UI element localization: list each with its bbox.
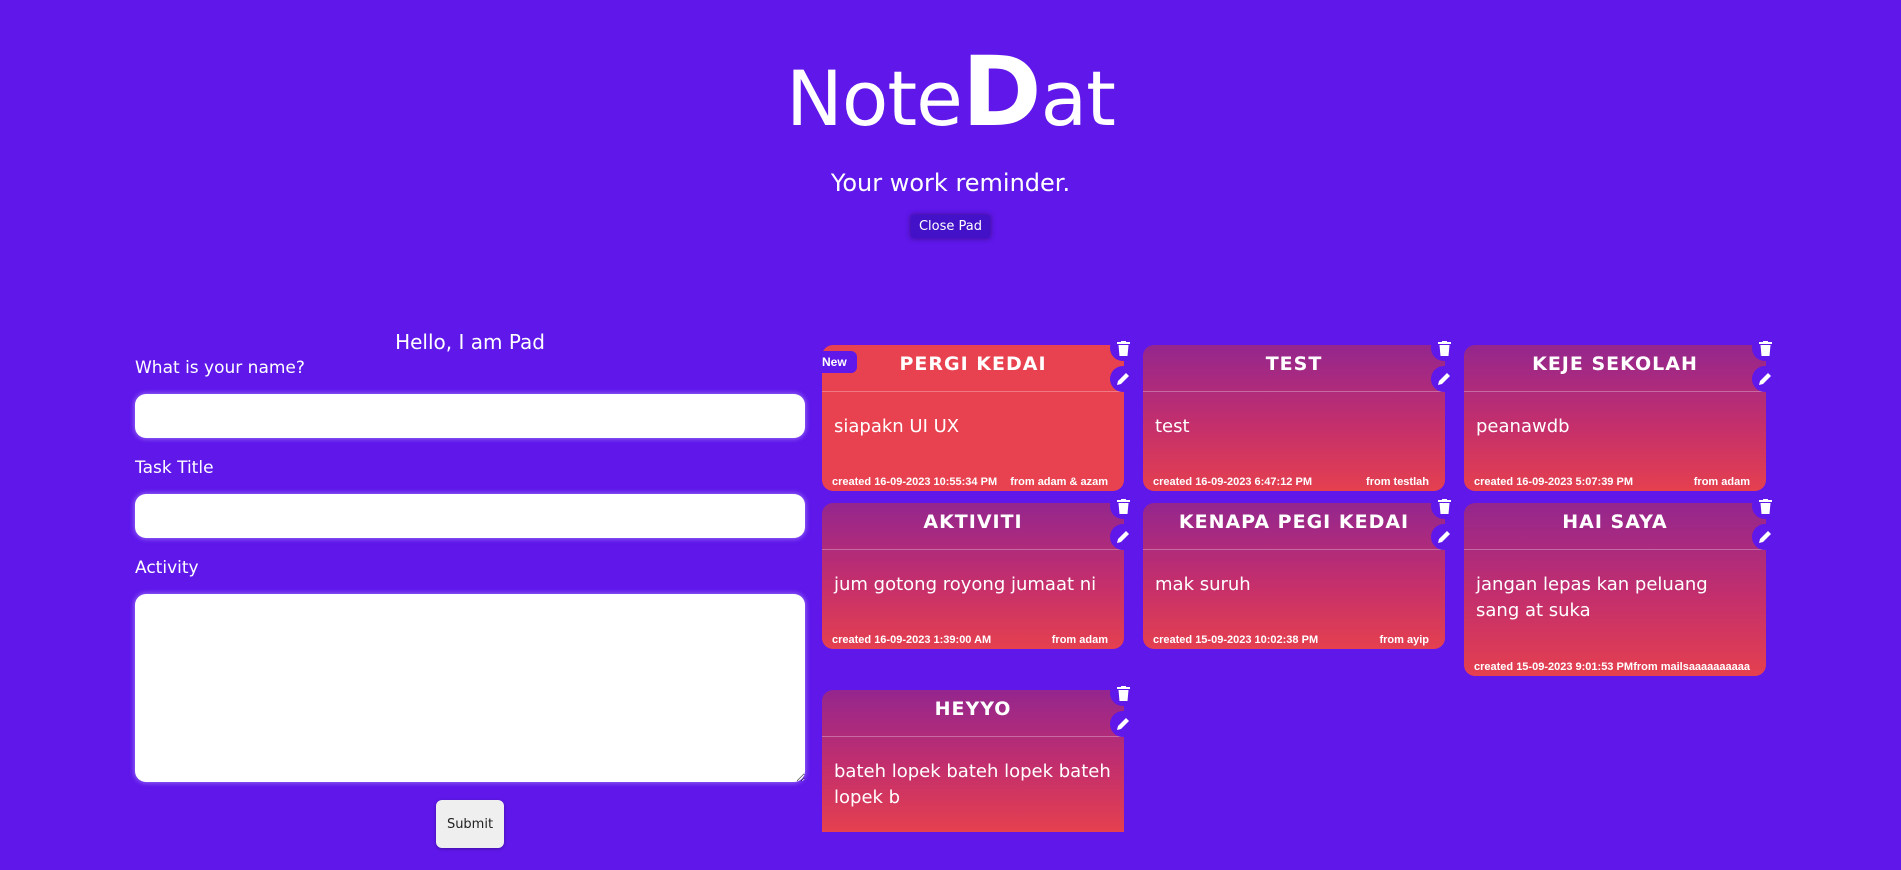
- note-created: created 16-09-2023 1:39:00 AM: [832, 634, 992, 646]
- trash-icon[interactable]: [1431, 335, 1457, 361]
- new-badge: New: [818, 351, 857, 373]
- app-logo: NoteDat: [786, 36, 1116, 148]
- note-author: from adam: [1693, 476, 1750, 488]
- task-title-input[interactable]: [135, 494, 805, 538]
- pencil-icon[interactable]: [1431, 366, 1457, 392]
- pencil-icon[interactable]: [1110, 366, 1136, 392]
- note-footer: created 16-09-2023 6:47:12 PM from testl…: [1153, 476, 1429, 488]
- note-title: KEJE SEKOLAH: [1464, 345, 1766, 392]
- note-card: AKTIVITI jum gotong royong jumaat ni cre…: [822, 493, 1136, 649]
- note-author: from adam: [1051, 634, 1108, 646]
- form-title: Hello, I am Pad: [395, 330, 545, 354]
- note-created: created 15-09-2023 10:02:38 PM: [1153, 634, 1319, 646]
- header: NoteDat Your work reminder. Close Pad: [0, 40, 1901, 238]
- note-title: TEST: [1143, 345, 1445, 392]
- note-body: bateh lopek bateh lopek bateh lopek b: [834, 761, 1111, 808]
- pencil-icon[interactable]: [1752, 524, 1778, 550]
- note-footer: created 15-09-2023 9:01:53 PM from mails…: [1474, 661, 1750, 673]
- task-form: Hello, I am Pad What is your name? Task …: [135, 330, 805, 848]
- note-author: from ayip: [1379, 634, 1429, 646]
- note-body: siapakn UI UX: [834, 416, 960, 437]
- trash-icon[interactable]: [1752, 335, 1778, 361]
- trash-icon[interactable]: [1110, 680, 1136, 706]
- pencil-icon[interactable]: [1431, 524, 1457, 550]
- activity-label: Activity: [135, 558, 199, 578]
- tagline: Your work reminder.: [830, 169, 1071, 197]
- note-card: HAI SAYA jangan lepas kan peluang sang a…: [1464, 493, 1778, 676]
- activity-textarea[interactable]: [135, 594, 805, 782]
- note-body: peanawdb: [1476, 416, 1570, 437]
- trash-icon[interactable]: [1752, 493, 1778, 519]
- note-footer: created 16-09-2023 1:39:00 AM from adam: [832, 634, 1108, 646]
- note-card: KEJE SEKOLAH peanawdb created 16-09-2023…: [1464, 335, 1778, 491]
- note-card: TEST test created 16-09-2023 6:47:12 PM …: [1143, 335, 1457, 491]
- note-title: KENAPA PEGI KEDAI: [1143, 503, 1445, 550]
- note-author: from adam & azam: [1010, 476, 1108, 488]
- note-created: created 16-09-2023 6:47:12 PM: [1153, 476, 1312, 488]
- note-created: created 16-09-2023 5:07:39 PM: [1474, 476, 1633, 488]
- note-created: created 16-09-2023 10:55:34 PM: [832, 476, 998, 488]
- note-body: jangan lepas kan peluang sang at suka: [1476, 574, 1708, 621]
- note-footer: created 16-09-2023 5:07:39 PM from adam: [1474, 476, 1750, 488]
- submit-wrap: Submit: [135, 800, 805, 848]
- note-card: KENAPA PEGI KEDAI mak suruh created 15-0…: [1143, 493, 1457, 649]
- note-title: AKTIVITI: [822, 503, 1124, 550]
- note-created: created 15-09-2023 9:01:53 PM: [1474, 661, 1633, 673]
- note-author: from testlah: [1366, 476, 1429, 488]
- note-body: jum gotong royong jumaat ni: [834, 574, 1097, 595]
- note-card: New PERGI KEDAI siapakn UI UX created 16…: [818, 335, 1136, 491]
- close-pad-button[interactable]: Close Pad: [910, 215, 991, 238]
- trash-icon[interactable]: [1431, 493, 1457, 519]
- task-title-label: Task Title: [135, 458, 214, 478]
- note-footer: created 16-09-2023 10:55:34 PM from adam…: [832, 476, 1108, 488]
- note-author: from mailsaaaaaaaaaa: [1633, 661, 1750, 673]
- note-title: PERGI KEDAI: [822, 345, 1124, 392]
- trash-icon[interactable]: [1110, 493, 1136, 519]
- pencil-icon[interactable]: [1110, 524, 1136, 550]
- note-card: HEYYO bateh lopek bateh lopek bateh lope…: [822, 680, 1136, 832]
- trash-icon[interactable]: [1110, 335, 1136, 361]
- pencil-icon[interactable]: [1110, 711, 1136, 737]
- note-body: mak suruh: [1155, 574, 1251, 595]
- note-footer: created 15-09-2023 10:02:38 PM from ayip: [1153, 634, 1429, 646]
- name-input[interactable]: [135, 394, 805, 438]
- name-label: What is your name?: [135, 358, 305, 378]
- note-title: HEYYO: [822, 690, 1124, 737]
- pencil-icon[interactable]: [1752, 366, 1778, 392]
- note-title: HAI SAYA: [1464, 503, 1766, 550]
- submit-button[interactable]: Submit: [436, 800, 504, 848]
- note-body: test: [1155, 416, 1190, 437]
